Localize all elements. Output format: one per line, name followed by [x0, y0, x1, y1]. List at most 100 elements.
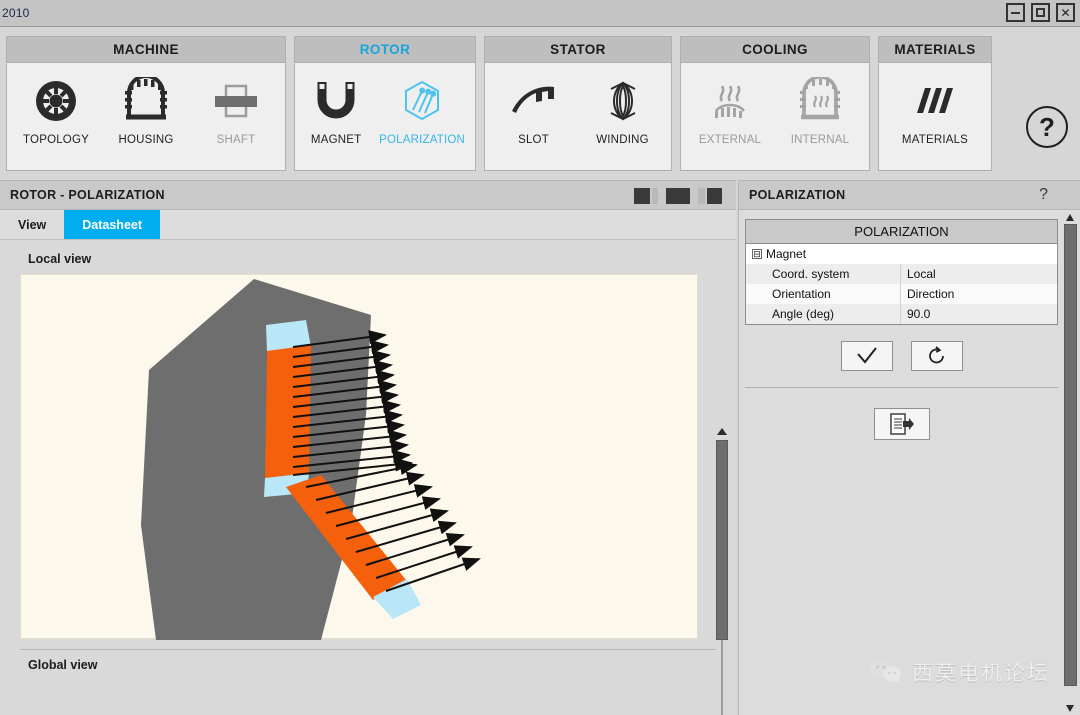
property-value[interactable]: Direction [901, 284, 1057, 304]
internal-cooling-icon [796, 75, 844, 127]
table-row[interactable]: Coord. system Local [746, 264, 1057, 284]
tool-slot[interactable]: SLOT [489, 71, 578, 146]
ribbon-group-cooling: COOLING EXTERNAL INTERNAL [680, 36, 870, 171]
title-bar: 2010 ✕ [0, 0, 1080, 27]
materials-icon [911, 75, 959, 127]
category-label: Magnet [766, 247, 807, 261]
local-view-label: Local view [28, 252, 92, 266]
ribbon-group-materials: MATERIALS MATERIALS [878, 36, 992, 171]
minimize-icon [1011, 11, 1020, 14]
panel-divider [745, 387, 1058, 388]
layout-right-split-icon[interactable] [698, 188, 722, 204]
shaft-icon [212, 75, 260, 127]
tab-datasheet[interactable]: Datasheet [64, 210, 161, 239]
panel-help-icon[interactable]: ? [1039, 186, 1048, 204]
application-window: 2010 ✕ MACHINE TOPOLOGY HOUSING SHAFT RO… [0, 0, 1080, 715]
ribbon-group-rotor: ROTOR MAGNET POLARIZATION [294, 36, 476, 171]
close-icon: ✕ [1060, 5, 1071, 20]
property-value[interactable]: Local [901, 264, 1057, 284]
table-row[interactable]: Angle (deg) 90.0 [746, 304, 1057, 324]
tool-label-housing: HOUSING [118, 134, 174, 146]
property-key: Angle (deg) [746, 304, 901, 324]
local-view-container [0, 274, 736, 640]
tool-external-cooling[interactable]: EXTERNAL [685, 71, 775, 146]
help-button[interactable]: ? [1026, 106, 1068, 148]
tool-polarization[interactable]: POLARIZATION [373, 71, 471, 146]
group-title-cooling: COOLING [681, 37, 869, 63]
ribbon-group-stator: STATOR SLOT WINDING [484, 36, 672, 171]
tool-label-internal: INTERNAL [790, 134, 850, 146]
layout-left-split-icon[interactable] [634, 188, 658, 204]
right-pane-scrollbar[interactable] [1064, 212, 1077, 712]
right-pane-title: POLARIZATION [749, 188, 846, 202]
watermark-text: 西莫电机论坛 [912, 662, 1050, 685]
tool-label-shaft: SHAFT [216, 134, 256, 146]
action-button-row [739, 341, 1080, 371]
left-pane-header: ROTOR - POLARIZATION [0, 180, 736, 210]
winding-icon [599, 75, 647, 127]
rotor-geometry-svg [141, 279, 481, 640]
left-content-panel: ROTOR - POLARIZATION View Datasheet Loca… [0, 180, 736, 715]
left-pane-scrollbar[interactable] [716, 428, 728, 715]
tool-internal-cooling[interactable]: INTERNAL [775, 71, 865, 146]
group-title-stator: STATOR [485, 37, 671, 63]
expander-icon[interactable]: ⊟ [752, 249, 762, 259]
tool-materials[interactable]: MATERIALS [883, 71, 987, 146]
property-value[interactable]: 90.0 [901, 304, 1057, 324]
right-properties-panel: POLARIZATION ? POLARIZATION ⊟ Magnet Coor… [738, 180, 1080, 715]
maximize-button[interactable] [1031, 3, 1050, 22]
horseshoe-magnet-icon [314, 75, 358, 127]
layout-full-icon[interactable] [666, 188, 690, 204]
group-title-materials: MATERIALS [879, 37, 991, 63]
scroll-thumb[interactable] [1064, 224, 1077, 686]
table-row[interactable]: Orientation Direction [746, 284, 1057, 304]
rotor-polarization-canvas[interactable] [20, 274, 698, 640]
reset-button[interactable] [910, 341, 963, 371]
tool-label-winding: WINDING [596, 134, 649, 146]
tool-label-external: EXTERNAL [698, 134, 762, 146]
tool-label-topology: TOPOLOGY [23, 134, 89, 146]
tab-bar: View Datasheet [0, 210, 736, 240]
tool-label-magnet: MAGNET [310, 134, 362, 146]
window-controls: ✕ [1006, 3, 1075, 22]
watermark: 西莫电机论坛 [869, 657, 1050, 687]
ribbon-toolbar: MACHINE TOPOLOGY HOUSING SHAFT ROTOR MAG… [0, 28, 1080, 176]
check-icon [856, 347, 877, 364]
slot-icon [508, 75, 560, 127]
tool-topology[interactable]: TOPOLOGY [11, 71, 101, 146]
tool-winding[interactable]: WINDING [578, 71, 667, 146]
property-grid: POLARIZATION ⊟ Magnet Coord. system Local… [745, 219, 1058, 325]
property-row-category[interactable]: ⊟ Magnet [746, 244, 1057, 264]
circular-arrow-icon [928, 346, 944, 364]
tool-housing[interactable]: HOUSING [101, 71, 191, 146]
right-pane-header: POLARIZATION ? [739, 180, 1080, 210]
scroll-up-icon[interactable] [1066, 214, 1074, 221]
validate-button[interactable] [840, 341, 893, 371]
tool-label-materials: MATERIALS [901, 134, 969, 146]
window-title: 2010 [2, 6, 30, 20]
group-title-rotor: ROTOR [295, 37, 475, 63]
tab-view[interactable]: View [0, 210, 64, 239]
ribbon-group-machine: MACHINE TOPOLOGY HOUSING SHAFT [6, 36, 286, 171]
scroll-thumb[interactable] [716, 440, 728, 640]
maximize-icon [1036, 8, 1045, 17]
scroll-up-icon[interactable] [717, 428, 727, 435]
close-button[interactable]: ✕ [1056, 3, 1075, 22]
scroll-down-icon[interactable] [1066, 705, 1074, 712]
export-button-row [739, 408, 1080, 440]
polarization-hexagon-icon [398, 75, 446, 127]
wechat-icon [870, 660, 901, 684]
document-export-icon [889, 413, 914, 435]
tool-magnet[interactable]: MAGNET [299, 71, 373, 146]
external-cooling-icon [706, 75, 754, 127]
tool-label-polarization: POLARIZATION [379, 134, 466, 146]
property-grid-title: POLARIZATION [746, 220, 1057, 244]
housing-icon [122, 75, 170, 127]
property-key: Orientation [746, 284, 901, 304]
group-title-machine: MACHINE [7, 37, 285, 63]
minimize-button[interactable] [1006, 3, 1025, 22]
export-button[interactable] [873, 408, 930, 440]
layout-toggle-group [634, 188, 722, 204]
global-view-label: Global view [28, 658, 98, 672]
tool-shaft[interactable]: SHAFT [191, 71, 281, 146]
